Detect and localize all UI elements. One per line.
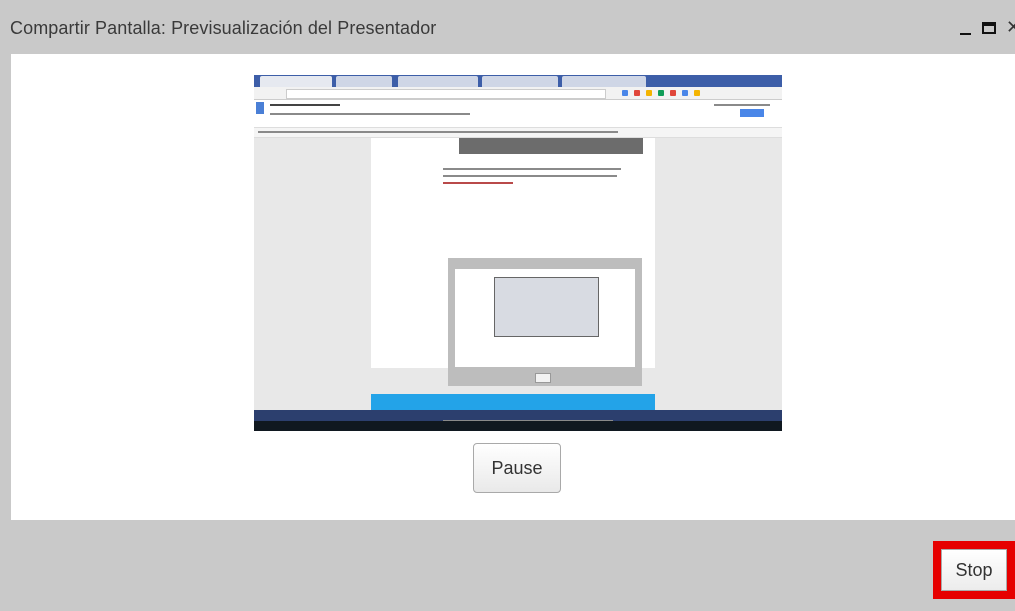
preview-taskbar [254,421,782,431]
window-title: Compartir Pantalla: Previsualización del… [10,18,437,38]
preview-doc-icon [256,102,264,114]
preview-embedded-image-top [459,138,643,154]
stop-button-highlight[interactable]: Stop [933,541,1015,599]
pause-button[interactable]: Pause [473,443,561,493]
title-bar[interactable]: Compartir Pantalla: Previsualización del… [0,0,1015,54]
preview-browser-tabs [254,75,782,87]
stop-button[interactable]: Stop [941,549,1007,591]
close-icon[interactable]: ✕ [1006,17,1015,38]
preview-address-bar [254,87,782,100]
preview-share-button [740,109,764,117]
preview-doc-toolbar [254,128,782,138]
preview-doc-header [254,100,782,128]
preview-embedded-pause-button [535,373,551,383]
footer-bar [0,520,1015,611]
minimize-icon[interactable] [958,20,974,36]
maximize-icon[interactable] [982,22,996,34]
screen-share-window: Compartir Pantalla: Previsualización del… [0,0,1015,611]
preview-embedded-screenshot [494,277,599,337]
screen-share-preview-image [254,75,782,431]
preview-accent-bar [371,394,655,410]
